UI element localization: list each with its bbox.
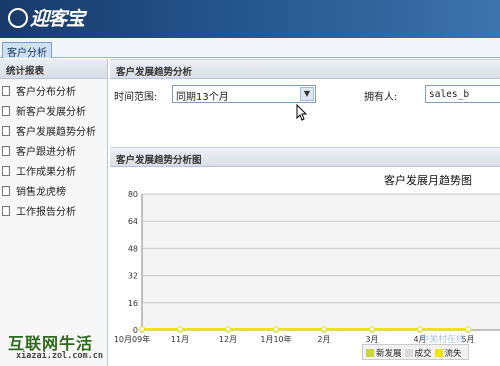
x-tick-label: 12月 (219, 335, 237, 344)
tab-bar: 客户分析 (0, 38, 500, 59)
x-tick-label: 2月 (317, 335, 330, 344)
x-tick-label: 10月09年 (114, 334, 150, 344)
legend-swatch (434, 349, 443, 357)
chart-panel-title: 客户发展趋势分析图 (110, 147, 500, 167)
document-icon (2, 146, 10, 156)
document-icon (2, 86, 10, 96)
sidebar-item-trend[interactable]: 客户发展趋势分析 (0, 119, 107, 139)
data-point (321, 326, 327, 332)
document-icon (2, 186, 10, 196)
top-banner: 迎客宝 (0, 0, 500, 38)
data-point (177, 326, 183, 332)
data-point (273, 326, 279, 332)
range-select[interactable]: 同期13个月 ▼ (172, 85, 316, 103)
legend-label: 成交 (414, 349, 432, 359)
legend-item: 成交 (404, 349, 432, 359)
chevron-down-icon[interactable]: ▼ (300, 87, 314, 101)
range-label: 时间范围: (114, 92, 158, 103)
filter-panel-title: 客户发展趋势分析 (110, 59, 500, 79)
owner-label: 拥有人: (364, 92, 398, 103)
app-logo: 迎客宝 (8, 4, 85, 31)
legend-item: 流失 (434, 349, 462, 359)
y-tick-label: 32 (128, 272, 138, 281)
tab-customer-analysis[interactable]: 客户分析 (2, 42, 52, 59)
y-tick-label: 0 (133, 326, 138, 335)
legend-swatch (366, 349, 374, 357)
data-point (225, 326, 231, 332)
mouse-cursor-icon (296, 104, 308, 121)
sidebar: 统计报表 客户分布分析 新客户发展分析 客户发展趋势分析 客户跟进分析 工作成果… (0, 59, 108, 366)
plot-area (142, 194, 500, 330)
legend-item: 新发展 (366, 349, 402, 359)
data-point (465, 326, 471, 332)
sidebar-title: 统计报表 (0, 59, 107, 79)
y-tick-label: 48 (128, 244, 138, 253)
document-icon (2, 166, 10, 176)
range-select-value: 同期13个月 (176, 92, 229, 103)
sidebar-item-followup[interactable]: 客户跟进分析 (0, 139, 107, 159)
logo-icon (8, 8, 28, 28)
document-icon (2, 106, 10, 116)
x-tick-label: 1月10年 (260, 334, 291, 344)
watermark-url: xiazai.zol.com.cn (16, 351, 103, 361)
legend-swatch (404, 349, 413, 357)
x-tick-label: 11月 (171, 335, 189, 344)
owner-input[interactable]: sales_b (425, 85, 500, 103)
y-tick-label: 64 (128, 217, 138, 226)
document-icon (2, 126, 10, 136)
chart-title: 客户发展月趋势图 (384, 173, 472, 187)
chart-legend: 新发展 成交 流失 (362, 344, 469, 360)
y-tick-label: 16 (128, 299, 138, 308)
x-tick-label: 3月 (365, 335, 378, 344)
sidebar-item-work-results[interactable]: 工作成果分析 (0, 159, 107, 179)
data-point (417, 326, 423, 332)
sidebar-item-sales-ranking[interactable]: 销售龙虎榜 (0, 179, 107, 199)
legend-label: 新发展 (376, 349, 402, 359)
sidebar-item-work-report[interactable]: 工作报告分析 (0, 199, 107, 219)
main-content: 客户发展趋势分析 时间范围: 同期13个月 ▼ 拥有人: sales_b 客户发… (110, 59, 500, 366)
sidebar-item-new-customers[interactable]: 新客户发展分析 (0, 99, 107, 119)
data-point (139, 326, 145, 332)
legend-label: 流失 (444, 349, 462, 359)
y-tick-label: 80 (128, 190, 138, 199)
document-icon (2, 206, 10, 216)
sidebar-item-distribution[interactable]: 客户分布分析 (0, 79, 107, 99)
data-point (369, 326, 375, 332)
